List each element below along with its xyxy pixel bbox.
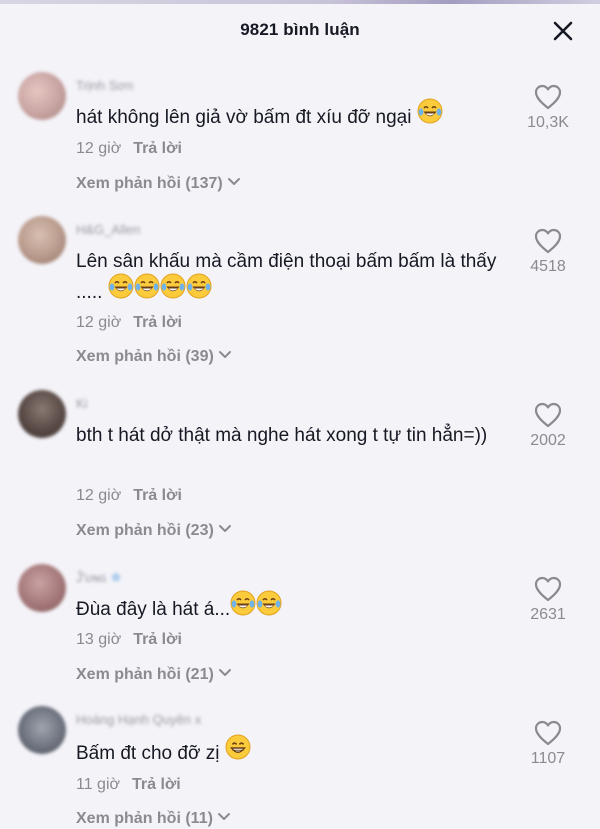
comment-text: hát không lên giả vờ bấm đt xíu đỡ ngại xyxy=(76,98,516,134)
like-column: 2002 xyxy=(510,402,586,450)
comment-meta: 12 giờ Trả lời xyxy=(76,140,182,158)
view-replies-label: Xem phản hồi (137) xyxy=(76,175,223,192)
view-replies-label: Xem phản hồi (23) xyxy=(76,522,214,539)
face-with-tears-of-joy-icon xyxy=(230,590,256,626)
comment-username[interactable]: Hoàng Hạnh Quyên x xyxy=(76,712,201,727)
avatar[interactable] xyxy=(18,216,66,264)
heart-outline-icon[interactable] xyxy=(534,84,562,110)
reply-button[interactable]: Trả lời xyxy=(133,487,182,504)
comment-username[interactable]: H&G_Allen xyxy=(76,222,140,237)
comment-username-text: Hoàng Hạnh Quyên xyxy=(76,712,191,727)
comment-text: Đùa đây là hát á... xyxy=(76,590,516,626)
comment-username[interactable]: Ki xyxy=(76,396,88,411)
face-with-tears-of-joy-icon xyxy=(417,98,443,134)
heart-outline-icon[interactable] xyxy=(534,720,562,746)
close-button[interactable] xyxy=(552,20,574,42)
comment-time: 13 giờ xyxy=(76,631,122,648)
comment-username[interactable]: Ĵ'ʋɴɢ ❄ xyxy=(76,570,121,586)
like-column: 1107 xyxy=(510,720,586,768)
view-replies-button[interactable]: Xem phản hồi (137) xyxy=(76,175,241,193)
like-count: 2002 xyxy=(530,432,566,449)
chevron-down-icon xyxy=(227,178,240,186)
reply-button[interactable]: Trả lời xyxy=(133,140,182,157)
comment-text-body: Đùa đây là hát á... xyxy=(76,599,231,621)
view-replies-label: Xem phản hồi (21) xyxy=(76,666,214,683)
view-replies-label: Xem phản hồi (11) xyxy=(76,810,213,827)
comment-time: 12 giờ xyxy=(76,314,122,331)
comment-meta: 11 giờ Trả lời xyxy=(76,776,181,794)
snowflake-icon: ❄ xyxy=(110,570,122,585)
face-with-tears-of-joy-icon xyxy=(186,273,212,309)
like-column: 4518 xyxy=(510,228,586,276)
chevron-down-icon xyxy=(218,351,231,359)
face-with-tears-of-joy-icon xyxy=(160,273,186,309)
comment-meta: 12 giờ Trả lời xyxy=(76,314,182,332)
comment-count-title: 9821 bình luận xyxy=(240,20,360,39)
face-with-tears-of-joy-icon xyxy=(256,590,282,626)
comment-time: 12 giờ xyxy=(76,487,122,504)
view-replies-button[interactable]: Xem phản hồi (11) xyxy=(76,810,231,828)
reply-button[interactable]: Trả lời xyxy=(132,776,181,793)
like-column: 10,3K xyxy=(510,84,586,132)
view-replies-button[interactable]: Xem phản hồi (23) xyxy=(76,522,232,540)
comment-username-text: Ĵ'ʋɴɢ xyxy=(76,570,107,585)
heart-outline-icon[interactable] xyxy=(534,576,562,602)
grinning-face-icon xyxy=(225,734,251,770)
avatar[interactable] xyxy=(18,564,66,612)
comment-username[interactable]: Trịnh Sơn xyxy=(76,78,133,93)
comment-meta: 13 giờ Trả lời xyxy=(76,631,182,649)
comments-header: 9821 bình luận xyxy=(0,0,600,62)
close-small-icon: x xyxy=(194,712,202,727)
comment-time: 12 giờ xyxy=(76,140,122,157)
heart-outline-icon[interactable] xyxy=(534,402,562,428)
comment-text: Bấm đt cho đỡ zị xyxy=(76,734,516,770)
like-column: 2631 xyxy=(510,576,586,624)
comment-text-body: bth t hát dở thật mà nghe hát xong t tự … xyxy=(76,425,488,446)
reply-button[interactable]: Trả lời xyxy=(133,631,182,648)
heart-outline-icon[interactable] xyxy=(534,228,562,254)
chevron-down-icon xyxy=(218,525,231,533)
like-count: 1107 xyxy=(530,750,566,767)
comment-text: bth t hát dở thật mà nghe hát xong t tự … xyxy=(76,420,516,451)
view-replies-button[interactable]: Xem phản hồi (39) xyxy=(76,348,232,366)
avatar[interactable] xyxy=(18,390,66,438)
like-count: 2631 xyxy=(530,606,566,623)
comment-text-body: Bấm đt cho đỡ zị xyxy=(76,743,220,765)
comment-time: 11 giờ xyxy=(76,776,120,793)
comment-text-body: hát không lên giả vờ bấm đt xíu đỡ ngại xyxy=(76,107,412,129)
close-icon xyxy=(553,21,573,41)
face-with-tears-of-joy-icon xyxy=(108,273,134,309)
like-count: 10,3K xyxy=(527,114,569,131)
like-count: 4518 xyxy=(530,258,566,275)
comments-sheet: 9821 bình luận Trịnh Sơn hát không lên g… xyxy=(0,0,600,829)
comment-text: Lên sân khấu mà cầm điện thoại bấm bấm l… xyxy=(76,246,516,309)
reply-button[interactable]: Trả lời xyxy=(133,314,182,331)
avatar[interactable] xyxy=(18,72,66,120)
face-with-tears-of-joy-icon xyxy=(134,273,160,309)
view-replies-button[interactable]: Xem phản hồi (21) xyxy=(76,666,232,684)
chevron-down-icon xyxy=(217,813,230,821)
comment-meta: 12 giờ Trả lời xyxy=(76,487,182,505)
chevron-down-icon xyxy=(218,669,231,677)
avatar[interactable] xyxy=(18,706,66,754)
view-replies-label: Xem phản hồi (39) xyxy=(76,348,214,365)
